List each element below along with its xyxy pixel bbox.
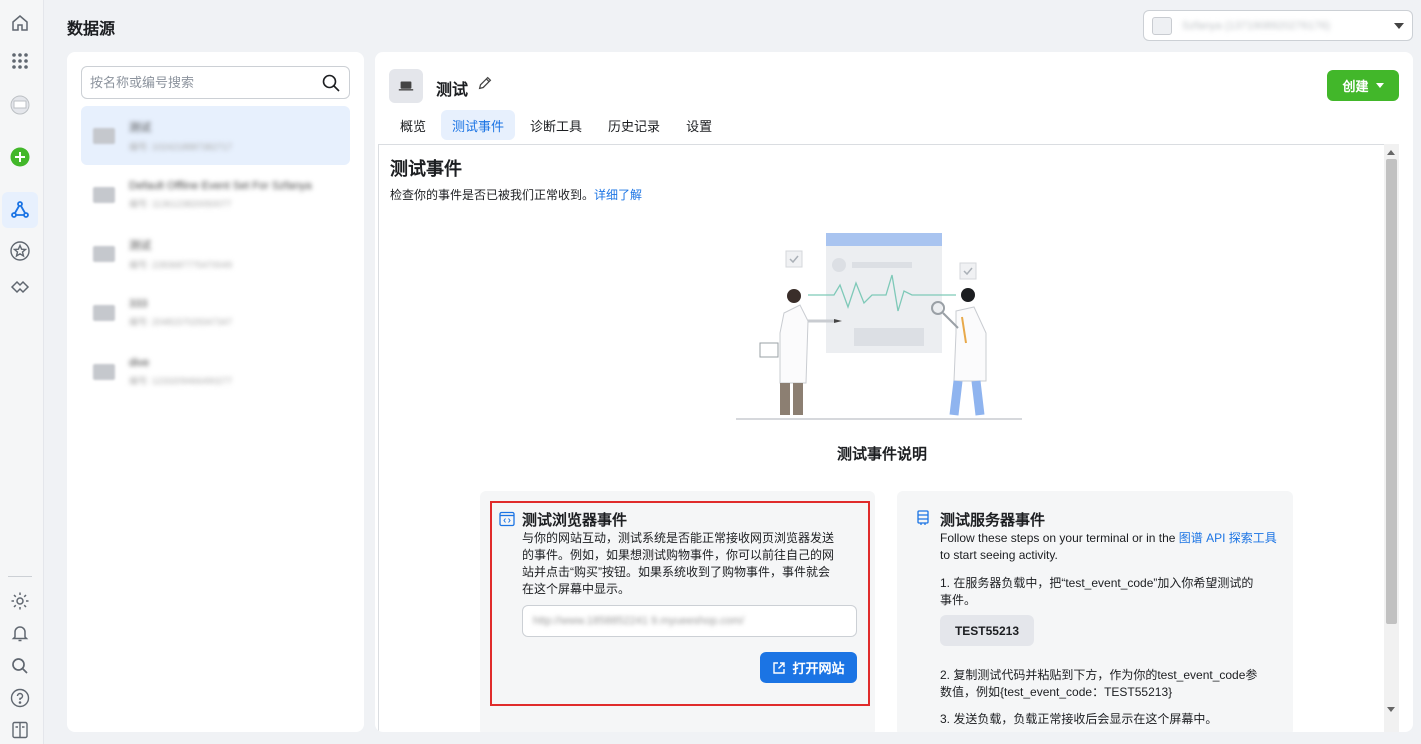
edit-pencil-icon[interactable] bbox=[476, 74, 494, 92]
list-item[interactable]: 测试编号: 1024218887382717 bbox=[81, 106, 350, 165]
datasource-name: dive bbox=[129, 356, 150, 369]
open-website-button[interactable]: 打开网站 bbox=[760, 652, 857, 683]
pixel-icon bbox=[93, 245, 115, 262]
description-line: 在这个屏幕中显示。 bbox=[522, 582, 631, 596]
account-name: Szfanya (1371908920276176) bbox=[1182, 19, 1331, 32]
panel-toggle-icon[interactable] bbox=[7, 717, 33, 743]
list-item[interactable]: Default Offline Event Set For Szfanya 编号:… bbox=[81, 165, 350, 224]
section-description-text: 检查你的事件是否已被我们正常收到。 bbox=[390, 188, 595, 202]
browser-code-icon bbox=[499, 511, 515, 527]
chevron-down-icon bbox=[1394, 22, 1404, 29]
datasource-id: 编号: 2283687775470049 bbox=[129, 259, 233, 270]
help-icon[interactable] bbox=[7, 685, 33, 711]
scroll-thumb[interactable] bbox=[1386, 159, 1397, 624]
tab-settings[interactable]: 设置 bbox=[675, 110, 723, 140]
add-icon[interactable] bbox=[7, 144, 33, 170]
datasource-name: Default Offline Event Set For Szfanya bbox=[129, 179, 312, 192]
datasource-list-panel: 测试编号: 1024218887382717 Default Offline E… bbox=[67, 52, 364, 732]
server-events-intro: Follow these steps on your terminal or i… bbox=[940, 530, 1280, 564]
server-icon bbox=[917, 510, 929, 525]
datasource-name: 测试 bbox=[129, 239, 151, 252]
illustration-caption: 测试事件说明 bbox=[836, 446, 927, 463]
account-selector[interactable]: Szfanya (1371908920276176) bbox=[1143, 10, 1413, 41]
search-icon[interactable] bbox=[7, 653, 33, 679]
step-line: 数值，例如{test_event_code：TEST55213} bbox=[940, 685, 1173, 699]
pixel-icon bbox=[93, 304, 115, 321]
server-step-1: 1. 在服务器负载中，把“test_event_code”加入你希望测试的 事件… bbox=[940, 575, 1285, 609]
pixel-icon bbox=[93, 363, 115, 380]
tab-overview[interactable]: 概览 bbox=[389, 110, 437, 140]
datasource-id: 编号: 1136123820050077 bbox=[129, 198, 232, 209]
section-description: 检查你的事件是否已被我们正常收到。详细了解 bbox=[390, 186, 642, 203]
graph-api-explorer-link[interactable]: 图谱 API 探索工具 bbox=[1179, 531, 1277, 545]
browser-events-description: 与你的网站互动，测试系统是否能正常接收网页浏览器发送 的事件。例如，如果想测试购… bbox=[522, 530, 867, 598]
account-icon bbox=[1152, 16, 1172, 35]
favorites-icon[interactable] bbox=[7, 238, 33, 264]
datasource-id: 编号: 1024218887382717 bbox=[129, 141, 233, 152]
test-event-code[interactable]: TEST55213 bbox=[940, 615, 1034, 646]
left-nav-rail bbox=[0, 0, 44, 744]
scroll-down-icon[interactable] bbox=[1387, 707, 1395, 712]
data-sources-icon[interactable] bbox=[2, 192, 38, 228]
tab-diagnostics[interactable]: 诊断工具 bbox=[519, 110, 593, 140]
datasource-name: 测试 bbox=[129, 121, 151, 134]
open-website-label: 打开网站 bbox=[792, 661, 845, 676]
description-line: 与你的网站互动，测试系统是否能正常接收网页浏览器发送 bbox=[522, 531, 835, 545]
intro-text: to start seeing activity. bbox=[940, 548, 1058, 562]
server-events-title: 测试服务器事件 bbox=[940, 512, 1046, 529]
chevron-down-icon bbox=[1375, 83, 1384, 88]
datasource-id: 编号: 1233209466490277 bbox=[129, 375, 233, 386]
main-panel: 测试 创建 概览 测试事件 诊断工具 历史记录 设置 测试事件 检查你的事件是否… bbox=[375, 52, 1413, 732]
website-url-value: http://www.1858852241 9.myueeshop.com/ bbox=[533, 615, 744, 627]
search-input[interactable] bbox=[90, 75, 321, 90]
datasource-list: 测试 编号: 1024218887382717 Default Offline E… bbox=[81, 106, 350, 401]
search-box[interactable] bbox=[81, 66, 350, 99]
step-line: 2. 复制测试代码并粘贴到下方，作为你的test_event_code参 bbox=[940, 668, 1258, 682]
description-line: 的事件。例如，如果想测试购物事件，你可以前往自己的网 bbox=[522, 548, 835, 562]
pixel-name: 测试 bbox=[436, 82, 469, 99]
content-scrollbar[interactable] bbox=[1384, 144, 1399, 732]
page-title: 数据源 bbox=[67, 21, 116, 38]
pixel-icon bbox=[93, 127, 115, 144]
create-button-label: 创建 bbox=[1342, 79, 1369, 94]
datasource-name: 333 bbox=[129, 297, 148, 310]
datasource-id: 编号: 2048157029347347 bbox=[129, 316, 233, 327]
list-item[interactable]: dive 编号: 1233209466490277 bbox=[81, 342, 350, 401]
server-step-2: 2. 复制测试代码并粘贴到下方，作为你的test_event_code参 数值，… bbox=[940, 667, 1285, 701]
browser-events-title: 测试浏览器事件 bbox=[522, 512, 628, 529]
list-item[interactable]: 333 编号: 2048157029347347 bbox=[81, 283, 350, 342]
section-title: 测试事件 bbox=[390, 159, 462, 179]
tab-bar: 概览 测试事件 诊断工具 历史记录 设置 bbox=[389, 110, 723, 140]
tab-history[interactable]: 历史记录 bbox=[597, 110, 671, 140]
step-line: 1. 在服务器负载中，把“test_event_code”加入你希望测试的 bbox=[940, 576, 1254, 590]
partners-icon[interactable] bbox=[7, 274, 33, 300]
settings-icon[interactable] bbox=[7, 588, 33, 614]
external-link-icon bbox=[773, 661, 786, 674]
description-line: 站并点击“购买”按钮。如果系统收到了购物事件，事件就会 bbox=[522, 565, 830, 579]
server-step-3: 3. 发送负载，负载正常接收后会显示在这个屏幕中。 bbox=[940, 712, 1218, 726]
account-avatar-icon[interactable] bbox=[7, 92, 33, 118]
website-url-input[interactable]: http://www.1858852241 9.myueeshop.com/ bbox=[522, 605, 857, 637]
home-icon[interactable] bbox=[7, 10, 33, 36]
test-events-content: 测试事件 检查你的事件是否已被我们正常收到。详细了解 测试事件说明 测试浏览器事… bbox=[378, 144, 1384, 732]
search-icon[interactable] bbox=[321, 73, 341, 93]
tab-test-events[interactable]: 测试事件 bbox=[441, 110, 516, 140]
scroll-up-icon[interactable] bbox=[1387, 150, 1395, 155]
notifications-icon[interactable] bbox=[7, 620, 33, 646]
intro-text: Follow these steps on your terminal or i… bbox=[940, 531, 1179, 545]
learn-more-link[interactable]: 详细了解 bbox=[594, 188, 642, 202]
create-button[interactable]: 创建 bbox=[1327, 70, 1399, 101]
list-item[interactable]: 测试编号: 2283687775470049 bbox=[81, 224, 350, 283]
apps-grid-icon[interactable] bbox=[7, 48, 33, 74]
test-events-illustration bbox=[736, 233, 1022, 420]
offline-event-icon bbox=[93, 186, 115, 203]
laptop-icon bbox=[389, 69, 423, 103]
step-line: 事件。 bbox=[940, 593, 977, 607]
rail-divider bbox=[8, 576, 32, 577]
